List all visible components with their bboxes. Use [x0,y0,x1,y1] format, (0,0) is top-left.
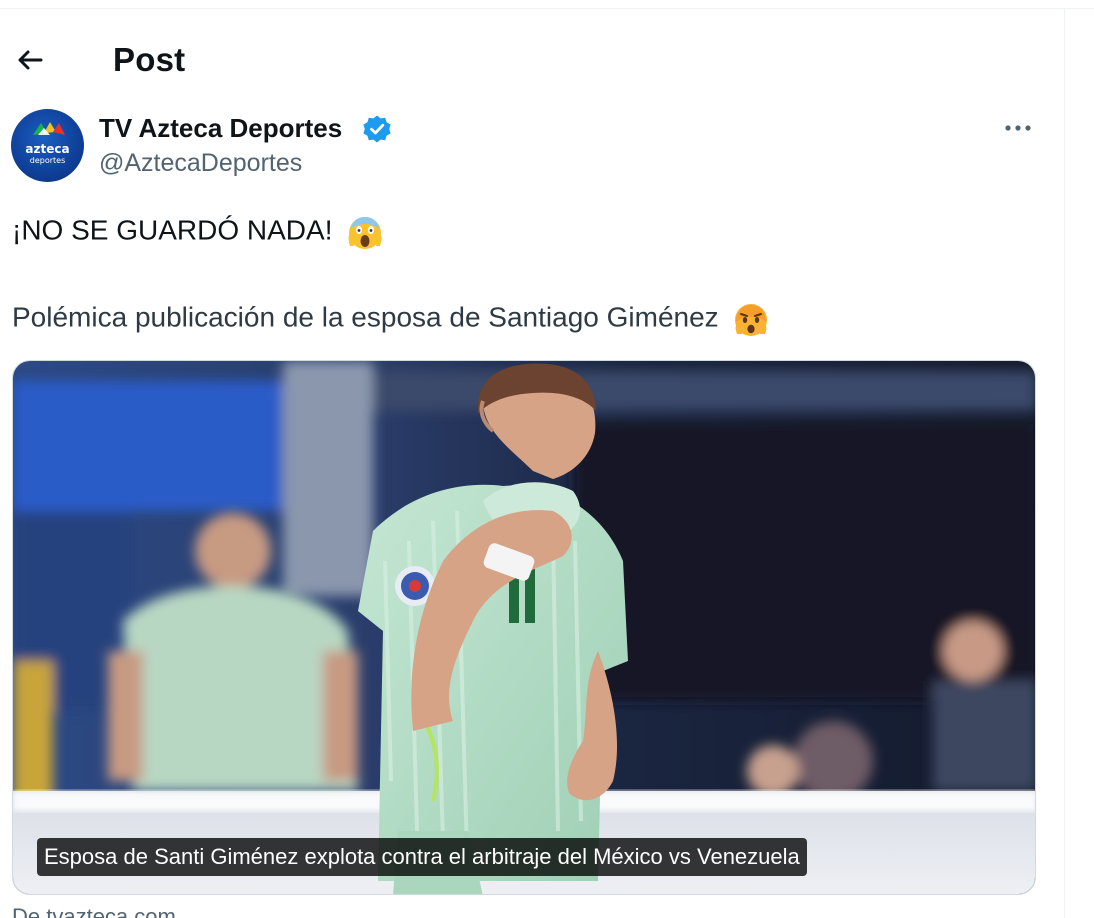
column-divider [1064,8,1065,918]
media-caption: Esposa de Santi Giménez explota contra e… [37,838,807,876]
verified-badge-icon [363,115,391,143]
post-header: Post [0,34,1064,86]
source-link[interactable]: De tvazteca.com [12,904,176,918]
post-media-card[interactable]: Esposa de Santi Giménez explota contra e… [12,360,1036,895]
avatar[interactable]: azteca deportes [11,109,84,182]
screaming-face-emoji [348,217,382,249]
author-name[interactable]: TV Azteca Deportes [99,113,342,144]
post-text-headline: ¡NO SE GUARDÓ NADA! [12,214,333,246]
arrow-left-icon [18,50,43,70]
more-options-icon [1005,125,1031,131]
more-options-button[interactable] [998,114,1038,142]
post-text-line-1: ¡NO SE GUARDÓ NADA! [12,213,384,251]
avatar-logo-text-bottom: deportes [30,156,66,165]
astonished-face-emoji [735,304,768,336]
top-divider [0,8,1094,9]
page-title: Post [113,41,186,78]
post-text-body: Polémica publicación de la esposa de San… [12,301,719,333]
azteca-logo: azteca deportes [25,122,70,165]
post-text-line-2: Polémica publicación de la esposa de San… [12,300,770,338]
avatar-logo-text-top: azteca [25,142,69,156]
post-page: Post azteca deportes TV Azteca Deportes … [0,0,1094,918]
author-handle[interactable]: @AztecaDeportes [99,149,302,178]
back-button[interactable] [10,40,50,80]
post-photo [13,361,1035,894]
